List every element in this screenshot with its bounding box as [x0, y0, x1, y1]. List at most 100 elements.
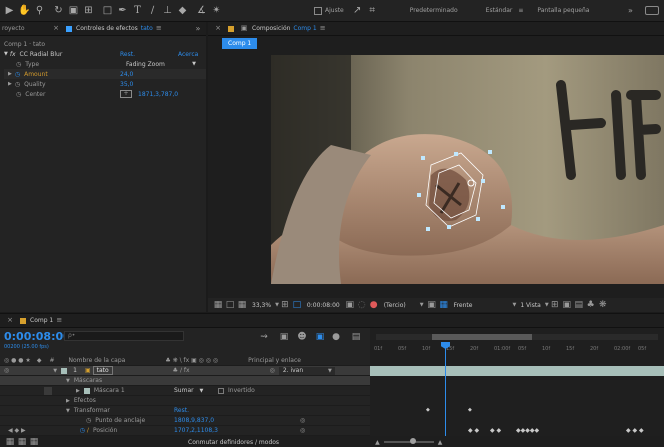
comp-timecode[interactable]: 0:00:08:00 — [307, 302, 340, 309]
zoom-value[interactable]: 33,3% — [252, 302, 271, 309]
disclosure-triangle-icon[interactable]: ▼ — [53, 368, 57, 374]
timeline-zoom-slider[interactable] — [383, 438, 434, 444]
timeline-icon[interactable]: ▤ — [573, 299, 585, 311]
shy-layers-icon[interactable]: ☻ — [296, 331, 308, 343]
prop-row-masks[interactable]: ▼ Máscaras — [0, 376, 370, 386]
close-tab-icon[interactable]: × — [4, 315, 16, 327]
composition-viewer[interactable] — [271, 55, 664, 284]
snap-options-icon[interactable]: ↗ — [350, 3, 365, 19]
anchor-value[interactable]: 1808,9,837,0 — [174, 417, 214, 424]
chevron-down-icon[interactable]: ▼ — [512, 302, 516, 308]
stopwatch-icon[interactable]: ◷ — [86, 417, 91, 424]
zoom-out-icon[interactable]: ▲ — [375, 439, 380, 446]
disclosure-triangle-icon[interactable]: ▶ — [76, 388, 80, 394]
frame-blending-icon[interactable]: ▣ — [314, 331, 326, 343]
comp-tab-comp[interactable]: Comp 1 — [293, 25, 316, 32]
fx-badge-icon[interactable]: fx — [10, 51, 16, 58]
disclosure-triangle-icon[interactable]: ▶ — [8, 71, 12, 77]
keyframe-icon[interactable]: ◆ ◆ — [468, 427, 479, 434]
stopwatch-icon[interactable]: ◷ — [16, 61, 21, 68]
panel-menu-icon[interactable]: ≡ — [153, 23, 165, 35]
hand-tool-icon[interactable]: ✋ — [17, 3, 32, 19]
region-of-interest-icon[interactable]: ▣ — [426, 299, 438, 311]
brush-tool-icon[interactable]: ∕ — [145, 3, 160, 19]
stopwatch-icon[interactable]: ◷ — [80, 427, 85, 434]
effects-tab-layer[interactable]: tato — [141, 25, 153, 32]
panel-menu-icon[interactable]: ≡ — [53, 315, 65, 327]
keyframe-icon[interactable]: ◆◆◆◆◆ — [516, 427, 539, 434]
effects-tab-title[interactable]: Controles de efectos — [76, 25, 138, 32]
shape-tool-icon[interactable]: □ — [100, 3, 115, 19]
workspace-default[interactable]: Predeterminado — [410, 7, 458, 14]
comp-flowchart-icon[interactable]: ⇝ — [258, 331, 270, 343]
keyframe-icon[interactable]: ◆ ◆ — [490, 427, 501, 434]
grid-icon[interactable]: ⊞ — [279, 299, 291, 311]
crosshair-icon[interactable]: + — [120, 90, 132, 98]
panel-menu-icon[interactable]: ≡ — [317, 23, 329, 35]
close-tab-icon[interactable]: × — [212, 23, 224, 35]
workspace-menu-icon[interactable]: ≡ — [518, 7, 523, 14]
close-tab-icon[interactable]: × — [50, 23, 62, 35]
snap-feather-icon[interactable]: ⌗ — [365, 3, 380, 19]
channel-icon[interactable]: ● — [368, 299, 380, 311]
inverted-checkbox[interactable] — [218, 387, 224, 394]
prop-center-value[interactable]: 1871,3,787,0 — [138, 91, 178, 98]
work-area-range[interactable] — [432, 334, 532, 340]
disclosure-triangle-icon[interactable]: ▶ — [66, 398, 70, 404]
time-ruler[interactable]: 01f 05f 10f 15f 20f 01:00f 05f 10f 15f 20f 02:00f 0… — [374, 344, 664, 354]
toggle-pixel-aspect-icon[interactable]: ⊞ — [549, 299, 561, 311]
video-visibility-icon[interactable]: ◎ — [4, 367, 9, 374]
resolution-value[interactable]: (Tercio) — [384, 302, 406, 309]
disclosure-triangle-icon[interactable]: ▶ — [8, 81, 12, 87]
zoom-slider-thumb[interactable] — [409, 438, 416, 444]
parent-dropdown[interactable]: 2. ivan ▼ — [278, 366, 335, 375]
draft-3d-icon[interactable]: ▣ — [278, 331, 290, 343]
toggle-in-out-icon[interactable]: ▦ — [28, 436, 40, 447]
clone-stamp-tool-icon[interactable]: ⊥ — [160, 3, 175, 19]
prop-amount-value[interactable]: 24,0 — [120, 71, 133, 78]
stopwatch-icon[interactable]: ◷ — [15, 71, 20, 78]
show-snapshot-icon[interactable]: ◌ — [356, 299, 368, 311]
pen-tool-icon[interactable]: ✒ — [115, 3, 130, 19]
layer-name[interactable]: tato — [92, 366, 113, 375]
more-workspaces-button[interactable]: » — [628, 6, 633, 15]
mask-visibility-icon[interactable]: □ — [291, 299, 303, 311]
monitor-icon[interactable]: □ — [224, 299, 236, 311]
position-value[interactable]: 1707,2,1108,3 — [174, 427, 218, 434]
keyframe-icon[interactable]: ◆ — [426, 407, 430, 413]
zoom-tool-icon[interactable]: ⚲ — [32, 3, 47, 19]
snap-checkbox[interactable] — [314, 6, 322, 15]
layer-label-color[interactable] — [61, 367, 68, 374]
toggle-modes-icon[interactable]: ▦ — [16, 436, 28, 447]
motion-blur-icon[interactable]: ● — [330, 331, 342, 343]
comp-subtab-active[interactable]: Comp 1 — [222, 37, 258, 49]
view-value[interactable]: Frente — [454, 302, 473, 309]
parent-pickwhip-icon[interactable]: ◎ — [270, 367, 275, 374]
prop-row-mask1[interactable]: ▶ Máscara 1 Sumar ▼ Invertido — [0, 386, 370, 396]
graph-icon[interactable]: ∕ — [87, 427, 89, 434]
reset-exposure-icon[interactable]: ❋ — [597, 299, 609, 311]
puppet-tool-icon[interactable]: ✴ — [209, 3, 224, 19]
mask-mode-dropdown[interactable]: Sumar ▼ — [174, 387, 203, 394]
work-area-bar[interactable] — [376, 334, 658, 340]
playhead-line[interactable] — [445, 346, 446, 436]
workspace-standard[interactable]: Estándar — [486, 7, 513, 14]
timeline-search-input[interactable]: ρ• — [64, 331, 184, 341]
eraser-tool-icon[interactable]: ◆ — [175, 3, 190, 19]
disclosure-triangle-icon[interactable]: ▼ — [4, 51, 8, 57]
disclosure-triangle-icon[interactable]: ▼ — [66, 378, 70, 384]
parent-header[interactable]: Principal y enlace — [248, 357, 301, 364]
effect-reset-link[interactable]: Rest. — [120, 51, 135, 58]
layer-switches[interactable]: ♣ ∕ fx — [173, 367, 190, 374]
prop-type-dropdown[interactable]: Fading Zoom ▼ — [120, 60, 200, 69]
fast-preview-icon[interactable]: ▣ — [561, 299, 573, 311]
footer-toggle-label[interactable]: Conmutar definidores / modos — [188, 439, 279, 446]
roto-brush-tool-icon[interactable]: ∡ — [194, 3, 209, 19]
pan-behind-tool-icon[interactable]: ⊞ — [81, 3, 96, 19]
layer-duration-bar[interactable] — [370, 366, 664, 376]
camera-tool-icon[interactable]: ▣ — [66, 3, 81, 19]
always-preview-icon[interactable]: ▦ — [212, 299, 224, 311]
layer-name-header[interactable]: Nombre de la capa — [68, 357, 125, 364]
panel-expand-icon[interactable]: » — [192, 23, 204, 35]
prop-row-position[interactable]: ◀ ◆ ▶ ◷ ∕ Posición 1707,2,1108,3 ◎ — [0, 426, 370, 436]
